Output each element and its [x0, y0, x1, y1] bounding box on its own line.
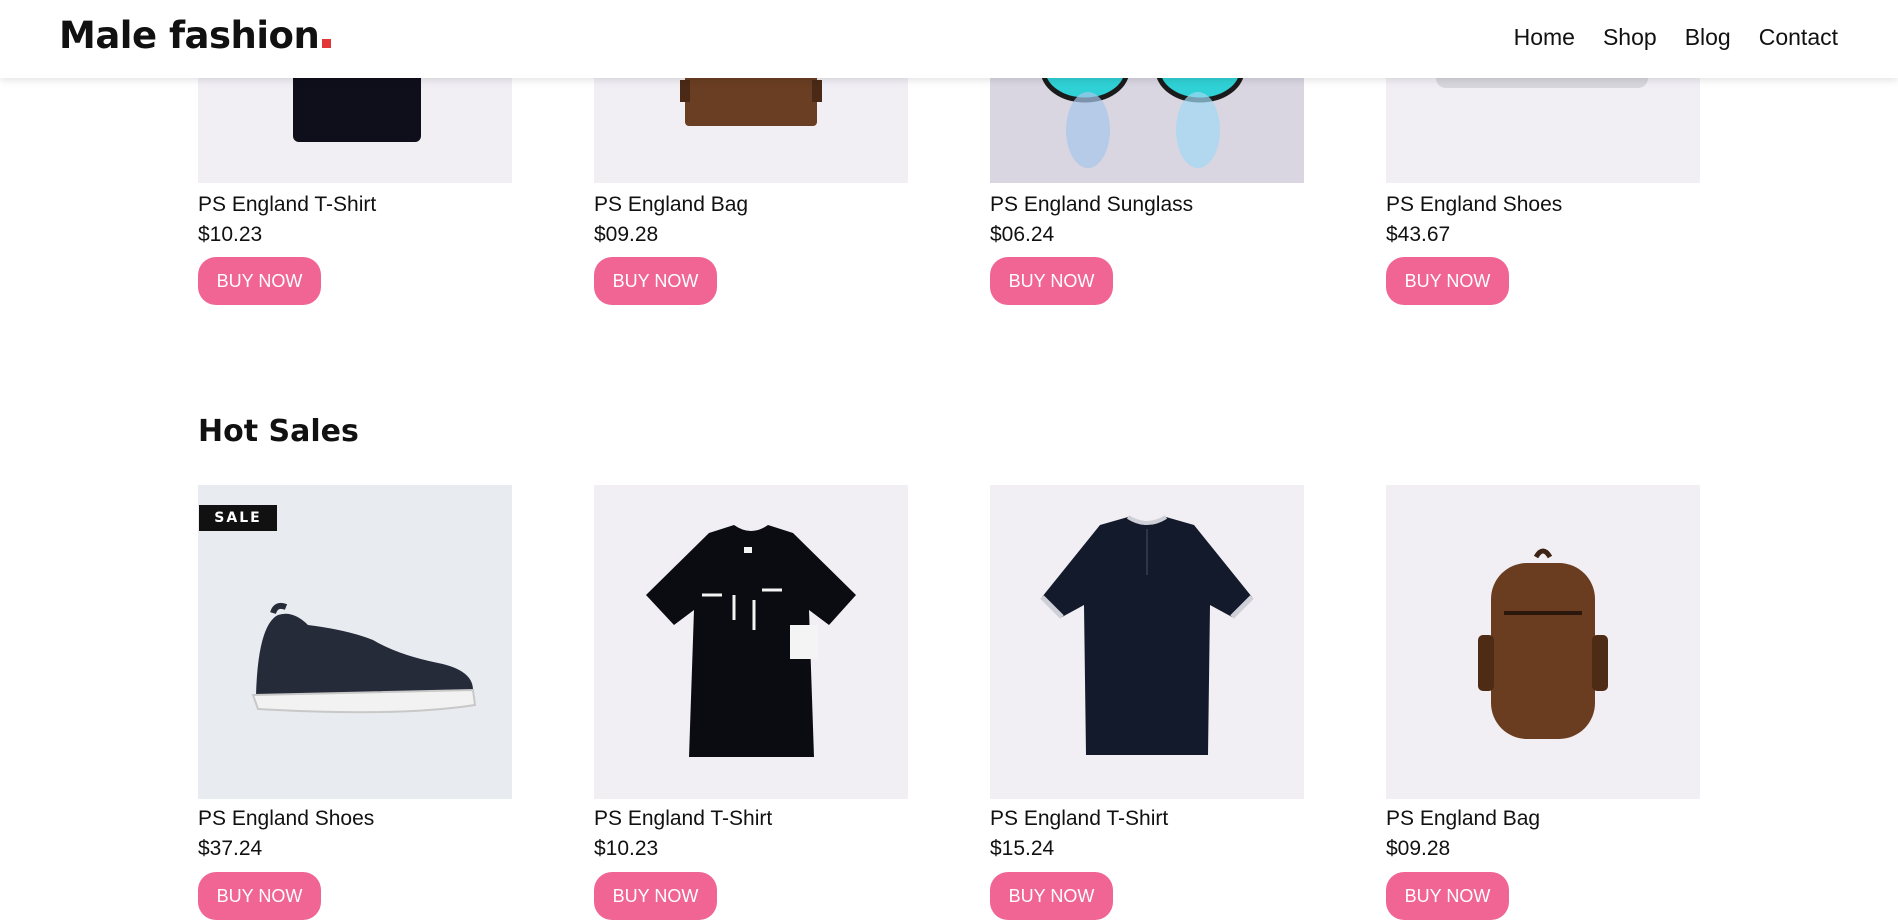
product-price: $09.28	[594, 223, 659, 246]
buy-now-button[interactable]: BUY NOW	[1386, 257, 1509, 305]
product-price: $43.67	[1386, 223, 1451, 246]
product-image[interactable]	[1386, 485, 1700, 799]
product-image[interactable]	[594, 485, 908, 799]
section-title: Hot Sales	[198, 414, 359, 449]
product-name: PS England Bag	[594, 193, 749, 216]
buy-now-button[interactable]: BUY NOW	[198, 257, 321, 305]
brand-name: Male fashion	[59, 14, 320, 57]
buy-now-button[interactable]: BUY NOW	[990, 872, 1113, 920]
sneaker-icon	[198, 485, 512, 799]
product-price: $15.24	[990, 837, 1055, 860]
nav-links: Home Shop Blog Contact	[1514, 24, 1838, 51]
product-card[interactable]: SALE PS England Shoes $37.24 BUY NOW	[198, 485, 512, 920]
buy-now-button[interactable]: BUY NOW	[594, 872, 717, 920]
polo-shirt-icon	[990, 485, 1304, 799]
buy-now-button[interactable]: BUY NOW	[990, 257, 1113, 305]
product-name: PS England T-Shirt	[198, 193, 377, 216]
product-name: PS England Shoes	[198, 807, 375, 830]
brand-dot	[322, 39, 332, 48]
sale-badge: SALE	[199, 505, 277, 531]
brand-logo[interactable]: Male fashion	[59, 14, 332, 57]
product-name: PS England T-Shirt	[594, 807, 773, 830]
product-name: PS England Bag	[1386, 807, 1541, 830]
buy-now-button[interactable]: BUY NOW	[198, 872, 321, 920]
tshirt-icon	[594, 485, 908, 799]
buy-now-button[interactable]: BUY NOW	[1386, 872, 1509, 920]
product-card[interactable]: PS England Bag $09.28 BUY NOW	[1386, 485, 1700, 920]
product-card[interactable]: PS England T-Shirt $10.23 BUY NOW	[594, 485, 908, 920]
product-name: PS England Shoes	[1386, 193, 1563, 216]
product-name: PS England T-Shirt	[990, 807, 1169, 830]
nav-item-blog[interactable]: Blog	[1685, 24, 1731, 51]
product-price: $06.24	[990, 223, 1055, 246]
buy-now-button[interactable]: BUY NOW	[594, 257, 717, 305]
product-card[interactable]: PS England T-Shirt $15.24 BUY NOW	[990, 485, 1304, 920]
product-image[interactable]: SALE	[198, 485, 512, 799]
product-price: $09.28	[1386, 837, 1451, 860]
product-name: PS England Sunglass	[990, 193, 1194, 216]
nav-item-home[interactable]: Home	[1514, 24, 1575, 51]
product-price: $10.23	[198, 223, 263, 246]
navbar: Male fashion Home Shop Blog Contact	[0, 0, 1898, 78]
backpack-icon	[1386, 485, 1700, 799]
product-price: $37.24	[198, 837, 263, 860]
product-price: $10.23	[594, 837, 659, 860]
product-image[interactable]	[990, 485, 1304, 799]
nav-item-contact[interactable]: Contact	[1759, 24, 1838, 51]
nav-item-shop[interactable]: Shop	[1603, 24, 1657, 51]
